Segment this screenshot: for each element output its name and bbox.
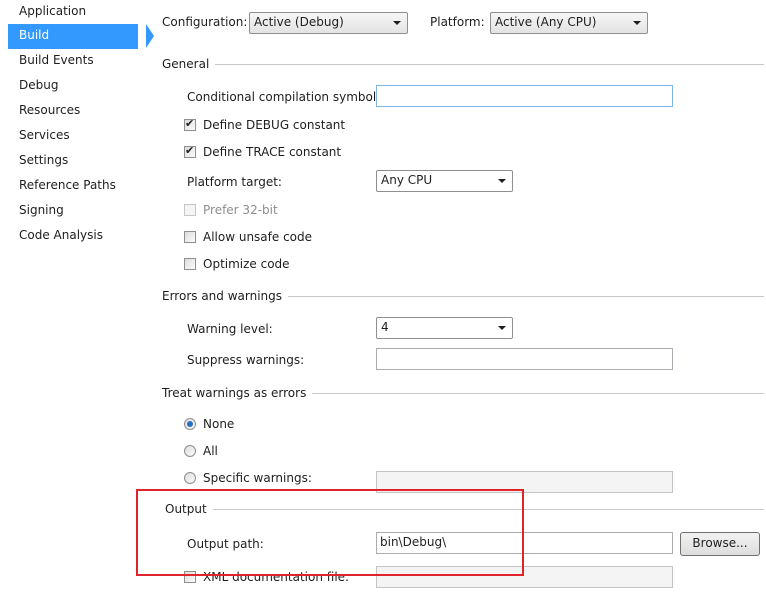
output-path-label: Output path: xyxy=(187,537,264,551)
treat-warnings-group-title: Treat warnings as errors xyxy=(162,385,313,401)
radio-all-label: All xyxy=(203,444,218,458)
browse-button[interactable]: Browse... xyxy=(680,532,760,556)
specific-warnings-input xyxy=(376,471,673,493)
platform-dropdown[interactable]: Active (Any CPU) xyxy=(490,12,648,34)
radio-specific-label: Specific warnings: xyxy=(203,471,312,485)
section-divider xyxy=(207,509,764,510)
xml-doc-input xyxy=(376,566,673,588)
chevron-down-icon xyxy=(498,326,506,330)
warning-level-dropdown[interactable]: 4 xyxy=(376,317,513,339)
radio-specific-warnings[interactable] xyxy=(184,472,196,484)
chevron-down-icon xyxy=(633,21,641,25)
radio-all[interactable] xyxy=(184,445,196,457)
sidebar-item-label: Application xyxy=(19,4,87,18)
sidebar-item-build-events[interactable]: Build Events xyxy=(8,49,138,74)
sidebar-item-code-analysis[interactable]: Code Analysis xyxy=(8,224,138,249)
platform-target-label: Platform target: xyxy=(187,175,282,189)
platform-target-value: Any CPU xyxy=(381,173,433,187)
sidebar-item-label: Build Events xyxy=(19,53,94,67)
configuration-value: Active (Debug) xyxy=(254,15,344,29)
output-group-title: Output xyxy=(165,501,213,517)
sidebar-item-resources[interactable]: Resources xyxy=(8,99,138,124)
define-debug-label: Define DEBUG constant xyxy=(203,118,346,132)
radio-selected-icon xyxy=(187,421,193,427)
sidebar-item-label: Resources xyxy=(19,103,81,117)
conditional-symbols-input[interactable] xyxy=(376,85,673,107)
suppress-warnings-input[interactable] xyxy=(376,348,673,370)
sidebar-item-settings[interactable]: Settings xyxy=(8,149,138,174)
configuration-label: Configuration: xyxy=(162,15,248,29)
warning-level-label: Warning level: xyxy=(187,322,273,336)
conditional-symbols-label: Conditional compilation symbols: xyxy=(187,90,387,104)
sidebar-item-debug[interactable]: Debug xyxy=(8,74,138,99)
allow-unsafe-checkbox[interactable] xyxy=(184,231,196,243)
radio-none-label: None xyxy=(203,417,235,431)
sidebar-item-label: Build xyxy=(19,28,50,42)
chevron-down-icon xyxy=(393,21,401,25)
sidebar-item-label: Signing xyxy=(19,203,64,217)
allow-unsafe-label: Allow unsafe code xyxy=(203,230,313,244)
sidebar: Application Build Build Events Debug Res… xyxy=(0,0,154,594)
chevron-down-icon xyxy=(498,179,506,183)
output-path-input[interactable]: bin\Debug\ xyxy=(376,532,673,554)
define-debug-checkbox[interactable]: ✔ xyxy=(184,117,196,131)
radio-none[interactable] xyxy=(184,418,196,430)
sidebar-item-label: Reference Paths xyxy=(19,178,116,192)
sidebar-item-label: Code Analysis xyxy=(19,228,103,242)
sidebar-item-label: Debug xyxy=(19,78,59,92)
configuration-dropdown[interactable]: Active (Debug) xyxy=(249,12,408,34)
xml-doc-checkbox[interactable] xyxy=(184,571,196,583)
platform-label: Platform: xyxy=(430,15,485,29)
platform-value: Active (Any CPU) xyxy=(495,15,597,29)
define-trace-checkbox[interactable]: ✔ xyxy=(184,144,196,158)
sidebar-item-build[interactable]: Build xyxy=(8,24,154,49)
xml-doc-label: XML documentation file: xyxy=(203,570,350,584)
warning-level-value: 4 xyxy=(381,320,389,334)
platform-target-dropdown[interactable]: Any CPU xyxy=(376,170,513,192)
sidebar-item-label: Settings xyxy=(19,153,69,167)
prefer32-checkbox xyxy=(184,204,196,216)
sidebar-item-label: Services xyxy=(19,128,70,142)
sidebar-item-services[interactable]: Services xyxy=(8,124,138,149)
suppress-warnings-label: Suppress warnings: xyxy=(187,353,305,367)
sidebar-item-signing[interactable]: Signing xyxy=(8,199,138,224)
optimize-label: Optimize code xyxy=(203,257,290,271)
checkmark-icon: ✔ xyxy=(185,117,195,130)
sidebar-item-application[interactable]: Application xyxy=(8,0,138,25)
general-group-title: General xyxy=(162,56,216,72)
sidebar-item-reference-paths[interactable]: Reference Paths xyxy=(8,174,138,199)
errors-group-title: Errors and warnings xyxy=(162,288,289,304)
section-divider xyxy=(162,64,764,65)
checkmark-icon: ✔ xyxy=(185,144,195,157)
selection-arrow-icon xyxy=(146,24,154,48)
define-trace-label: Define TRACE constant xyxy=(203,145,342,159)
optimize-checkbox[interactable] xyxy=(184,258,196,270)
prefer32-label: Prefer 32-bit xyxy=(203,203,278,217)
